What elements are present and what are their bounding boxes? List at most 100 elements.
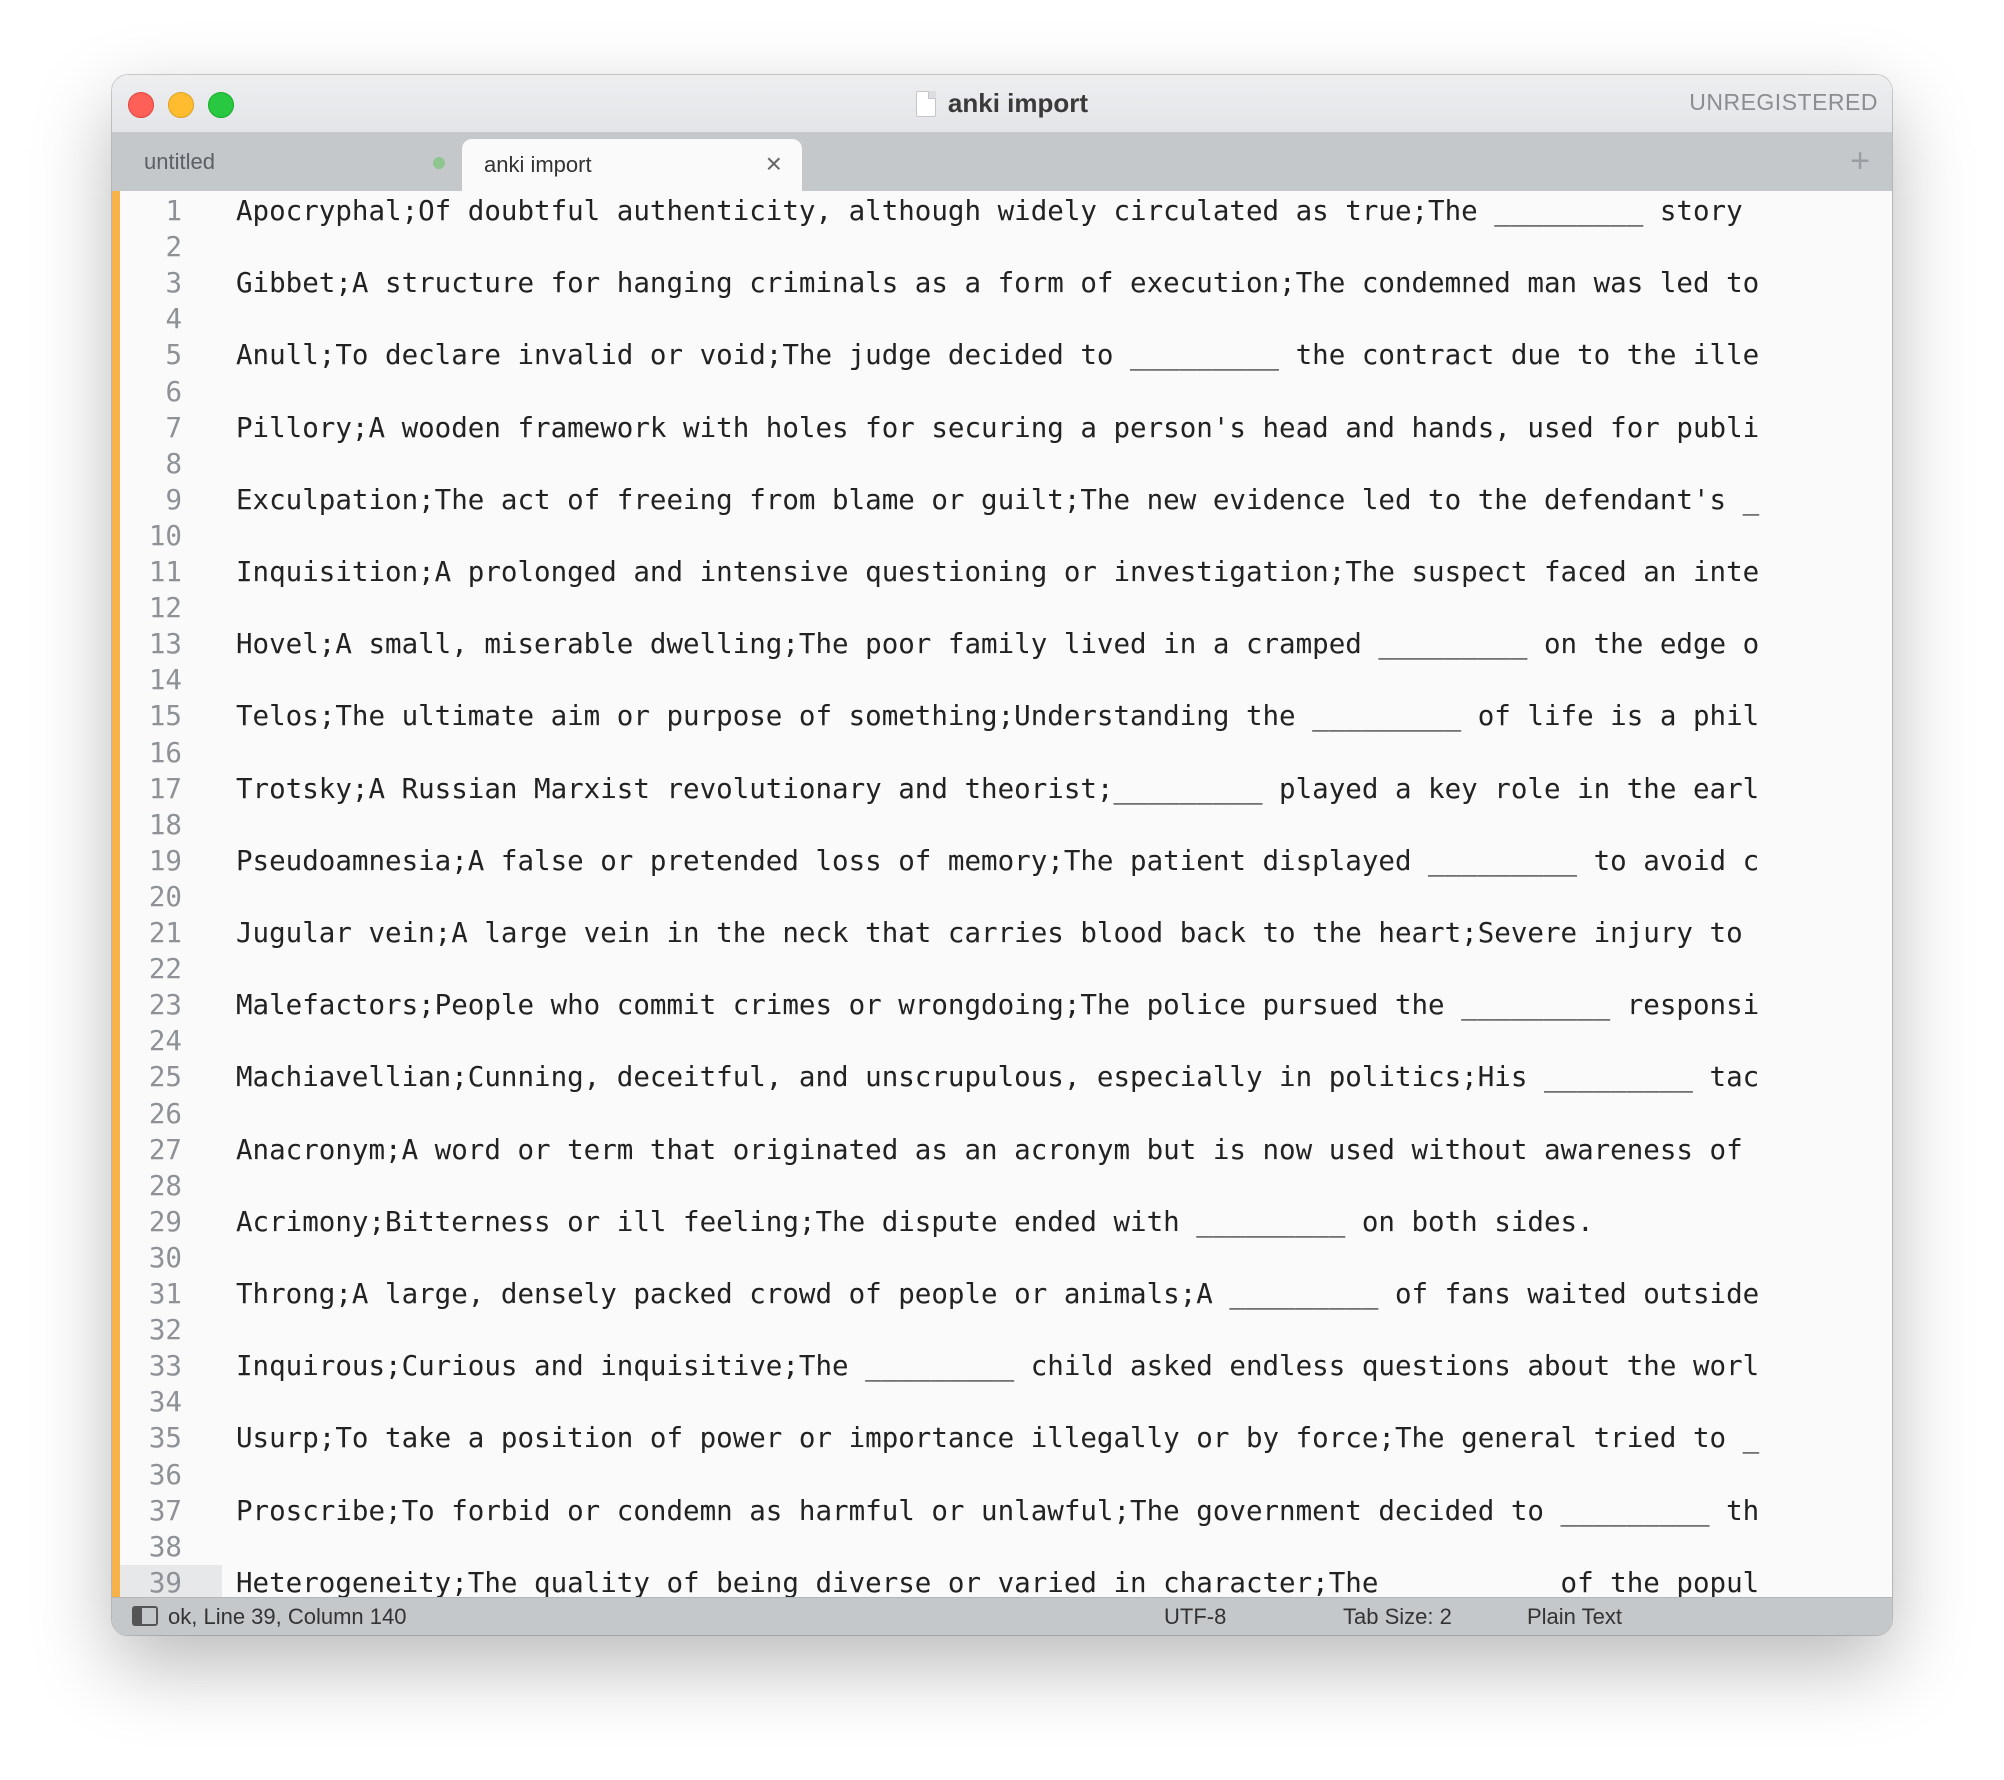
line-number: 36 (148, 1458, 182, 1491)
line-number: 29 (148, 1205, 182, 1238)
editor-line[interactable]: 8 (112, 446, 1892, 482)
encoding-selector[interactable]: UTF-8 (1164, 1602, 1226, 1632)
tab-label: anki import (484, 152, 592, 177)
editor-line[interactable]: 16 (112, 735, 1892, 771)
text-editor[interactable]: 1 Apocryphal;Of doubtful authenticity, al… (112, 191, 1892, 1598)
editor-line[interactable]: 31 Throng;A large, densely packed crowd o… (112, 1276, 1892, 1312)
line-text[interactable]: Acrimony;Bitterness or ill feeling;The d… (236, 1204, 1594, 1240)
line-number: 11 (148, 556, 182, 588)
editor-line[interactable]: 18 (112, 807, 1892, 843)
editor-line[interactable]: 20 (112, 879, 1892, 915)
line-number: 31 (148, 1278, 182, 1310)
editor-line[interactable]: 2 (112, 229, 1892, 265)
editor-line[interactable]: 27 Anacronym;A word or term that originat… (112, 1132, 1892, 1168)
line-number: 19 (148, 844, 182, 877)
line-text[interactable]: Anacronym;A word or term that originated… (236, 1132, 1743, 1168)
sidebar-toggle-icon[interactable] (132, 1606, 158, 1626)
line-number: 18 (148, 808, 182, 841)
editor-line[interactable]: 30 (112, 1240, 1892, 1276)
editor-line[interactable]: 6 (112, 374, 1892, 410)
line-number: 27 (148, 1133, 182, 1166)
document-icon (915, 90, 936, 117)
editor-line[interactable]: 4 (112, 301, 1892, 337)
line-text[interactable]: Pseudoamnesia;A false or pretended loss … (236, 843, 1759, 879)
editor-line[interactable]: 11 Inquisition;A prolonged and intensive … (112, 554, 1892, 590)
line-text[interactable]: Throng;A large, densely packed crowd of … (236, 1276, 1759, 1312)
editor-line[interactable]: 39 Heterogeneity;The quality of being div… (112, 1564, 1892, 1598)
editor-line[interactable]: 28 (112, 1168, 1892, 1204)
editor-line[interactable]: 35 Usurp;To take a position of power or i… (112, 1420, 1892, 1456)
close-tab-icon[interactable]: × (766, 149, 782, 179)
tab-bar: untitled anki import × + (112, 133, 1892, 191)
line-text[interactable]: Apocryphal;Of doubtful authenticity, alt… (236, 193, 1743, 229)
line-number: 34 (148, 1386, 182, 1419)
line-text[interactable]: Pillory;A wooden framework with holes fo… (236, 410, 1759, 446)
line-text[interactable]: Usurp;To take a position of power or imp… (236, 1420, 1759, 1456)
editor-line[interactable]: 33 Inquirous;Curious and inquisitive;The … (112, 1348, 1892, 1384)
editor-line[interactable]: 37 Proscribe;To forbid or condemn as harm… (112, 1493, 1892, 1529)
new-tab-button[interactable]: + (1850, 143, 1870, 179)
editor-line[interactable]: 24 (112, 1023, 1892, 1059)
editor-line[interactable]: 21 Jugular vein;A large vein in the neck … (112, 915, 1892, 951)
title-bar[interactable]: anki import UNREGISTERED (112, 75, 1892, 133)
line-text[interactable]: Proscribe;To forbid or condemn as harmfu… (236, 1493, 1759, 1529)
editor-line[interactable]: 22 (112, 951, 1892, 987)
editor-line[interactable]: 23 Malefactors;People who commit crimes o… (112, 987, 1892, 1023)
line-number: 39 (148, 1566, 182, 1598)
line-number: 8 (165, 447, 182, 480)
line-number: 9 (165, 483, 182, 516)
editor-line[interactable]: 26 (112, 1096, 1892, 1132)
line-number: 1 (165, 195, 182, 227)
line-text[interactable]: Heterogeneity;The quality of being diver… (236, 1565, 1759, 1598)
editor-window: anki import UNREGISTERED untitled anki i… (112, 75, 1892, 1635)
line-text[interactable]: Inquirous;Curious and inquisitive;The __… (236, 1348, 1759, 1384)
tab-anki-import[interactable]: anki import × (462, 139, 802, 191)
line-number: 20 (148, 880, 182, 913)
line-text[interactable]: Trotsky;A Russian Marxist revolutionary … (236, 771, 1759, 807)
line-number: 25 (148, 1061, 182, 1094)
line-text[interactable]: Machiavellian;Cunning, deceitful, and un… (236, 1059, 1759, 1095)
editor-line[interactable]: 19 Pseudoamnesia;A false or pretended los… (112, 843, 1892, 879)
editor-line[interactable]: 5 Anull;To declare invalid or void;The ju… (112, 337, 1892, 373)
editor-line[interactable]: 25 Machiavellian;Cunning, deceitful, and … (112, 1059, 1892, 1095)
line-number: 16 (148, 736, 182, 769)
editor-line[interactable]: 36 (112, 1457, 1892, 1493)
line-number: 21 (148, 917, 182, 949)
editor-line[interactable]: 13 Hovel;A small, miserable dwelling;The … (112, 626, 1892, 662)
line-text[interactable]: Exculpation;The act of freeing from blam… (236, 482, 1759, 518)
line-text[interactable]: Anull;To declare invalid or void;The jud… (236, 337, 1759, 373)
line-text[interactable]: Gibbet;A structure for hanging criminals… (236, 265, 1759, 301)
editor-line[interactable]: 29 Acrimony;Bitterness or ill feeling;The… (112, 1204, 1892, 1240)
line-text[interactable]: Hovel;A small, miserable dwelling;The po… (236, 626, 1759, 662)
line-number: 2 (165, 231, 182, 264)
line-text[interactable]: Malefactors;People who commit crimes or … (236, 987, 1759, 1023)
line-number: 35 (148, 1422, 182, 1455)
editor-line[interactable]: 10 (112, 518, 1892, 554)
line-number: 7 (165, 411, 182, 444)
editor-line[interactable]: 9 Exculpation;The act of freeing from bla… (112, 482, 1892, 518)
unregistered-label: UNREGISTERED (1689, 89, 1878, 115)
cursor-position: ok, Line 39, Column 140 (168, 1604, 407, 1629)
editor-line[interactable]: 17 Trotsky;A Russian Marxist revolutionar… (112, 771, 1892, 807)
editor-line[interactable]: 14 (112, 662, 1892, 698)
editor-line[interactable]: 32 (112, 1312, 1892, 1348)
editor-line[interactable]: 12 (112, 590, 1892, 626)
tab-size-selector[interactable]: Tab Size: 2 (1343, 1602, 1452, 1632)
line-number: 14 (148, 664, 182, 697)
line-number: 30 (148, 1241, 182, 1274)
line-number: 28 (148, 1169, 182, 1202)
editor-line[interactable]: 7 Pillory;A wooden framework with holes f… (112, 410, 1892, 446)
tab-label: untitled (144, 149, 215, 174)
line-text[interactable]: Jugular vein;A large vein in the neck th… (236, 915, 1743, 951)
line-number: 26 (148, 1097, 182, 1130)
editor-line[interactable]: 34 (112, 1384, 1892, 1420)
syntax-selector[interactable]: Plain Text (1527, 1602, 1622, 1632)
line-text[interactable]: Telos;The ultimate aim or purpose of som… (236, 698, 1759, 734)
editor-line[interactable]: 15 Telos;The ultimate aim or purpose of s… (112, 698, 1892, 734)
editor-line[interactable]: 3 Gibbet;A structure for hanging criminal… (112, 265, 1892, 301)
editor-line[interactable]: 1 Apocryphal;Of doubtful authenticity, al… (112, 193, 1892, 229)
tab-untitled[interactable]: untitled (112, 133, 457, 191)
editor-line[interactable]: 38 (112, 1529, 1892, 1565)
line-number: 37 (148, 1494, 182, 1527)
line-text[interactable]: Inquisition;A prolonged and intensive qu… (236, 554, 1759, 590)
